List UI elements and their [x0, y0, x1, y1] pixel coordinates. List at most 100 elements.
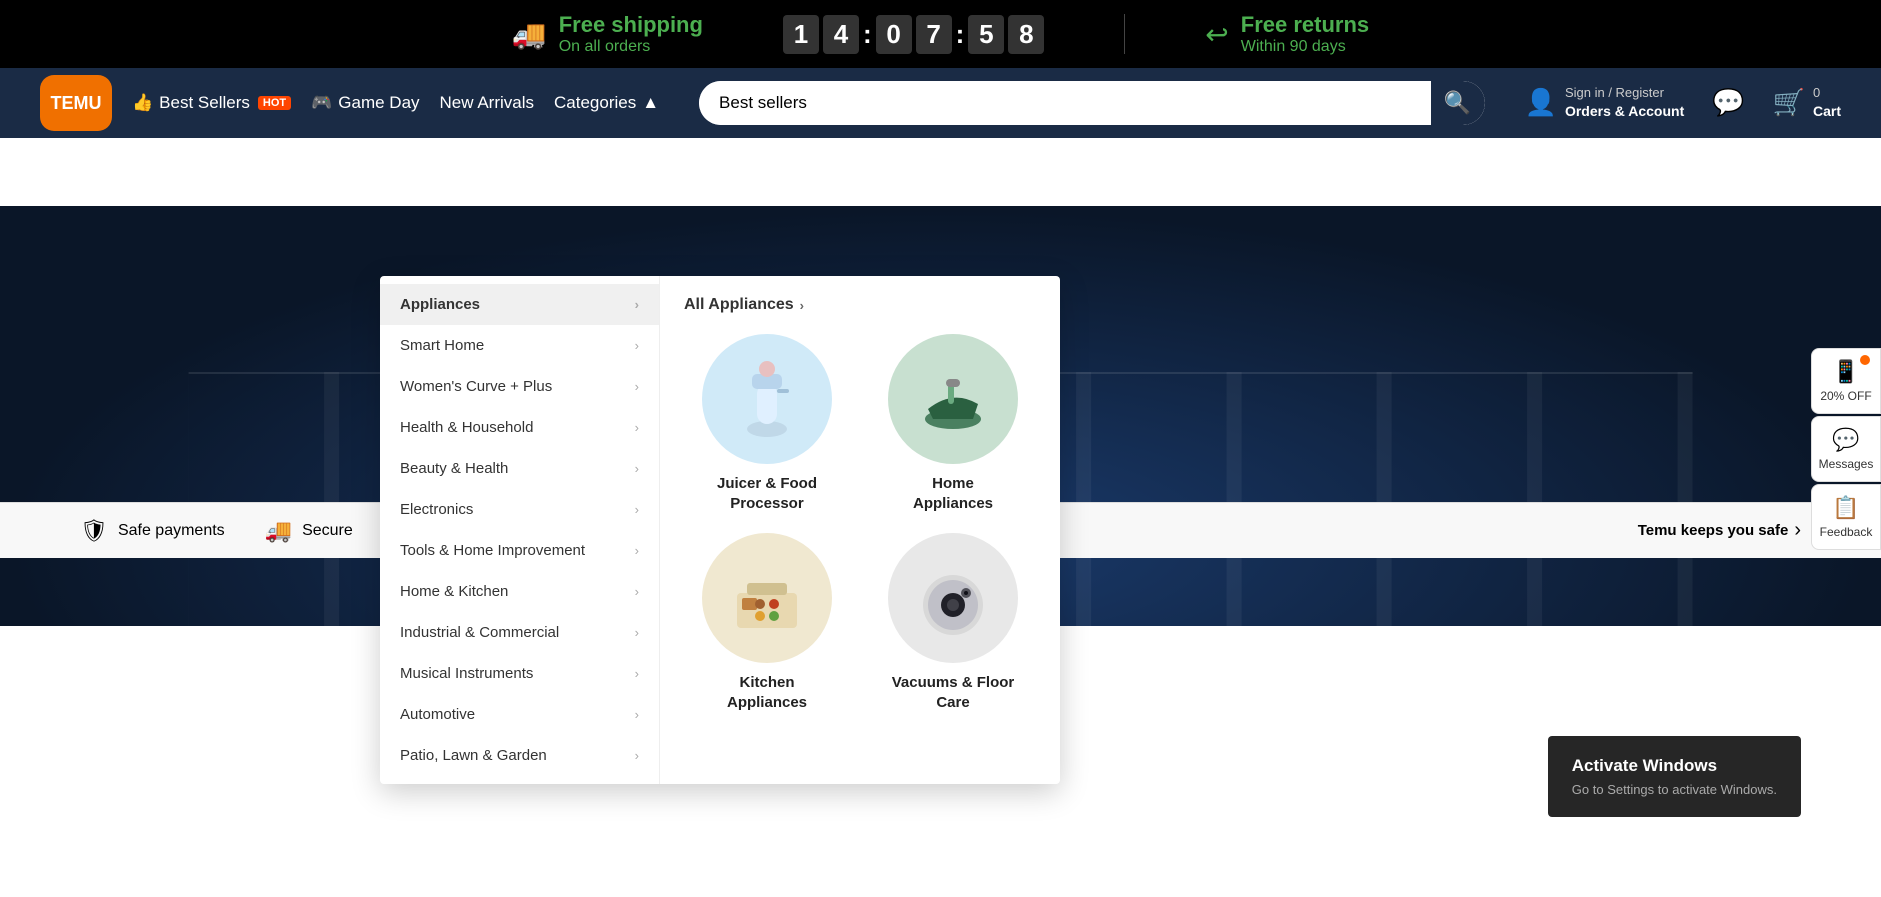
category-juicer[interactable]: Juicer & FoodProcessor	[684, 334, 850, 513]
category-kitchen[interactable]: KitchenAppliances	[684, 533, 850, 712]
chevron-right-icon: ›	[635, 748, 639, 763]
shield-icon: 🛡	[80, 518, 108, 544]
menu-item-tools[interactable]: Tools & Home Improvement ›	[380, 530, 659, 571]
right-sidebar: 📱 20% OFF 💬 Messages 📋 Feedback	[1811, 348, 1881, 550]
chevron-right-icon: ›	[635, 707, 639, 722]
menu-left: Appliances › Smart Home › Women's Curve …	[380, 276, 660, 784]
topbar-divider	[1124, 14, 1125, 54]
chevron-right-icon: ›	[635, 338, 639, 353]
menu-item-beauty-health-label: Beauty & Health	[400, 460, 508, 477]
sidebar-discount-btn[interactable]: 📱 20% OFF	[1811, 348, 1881, 414]
category-vacuums-image	[888, 533, 1018, 663]
best-sellers-label: Best Sellers	[159, 93, 250, 113]
nav-messages[interactable]: 💬	[1712, 87, 1744, 118]
shipping-icon: 🚚	[512, 18, 547, 51]
sign-in-label: Sign in / Register	[1565, 85, 1684, 102]
logo[interactable]: TEMU	[40, 75, 112, 131]
menu-item-womens-curve[interactable]: Women's Curve + Plus ›	[380, 366, 659, 407]
nav-best-sellers[interactable]: 👍 Best Sellers HOT	[132, 93, 291, 113]
menu-item-tools-label: Tools & Home Improvement	[400, 542, 585, 559]
activate-sub: Go to Settings to activate Windows.	[1572, 782, 1777, 797]
activate-title: Activate Windows	[1572, 756, 1777, 776]
nav-new-arrivals[interactable]: New Arrivals	[440, 93, 534, 113]
timer-h2: 4	[823, 15, 859, 54]
menu-item-beauty-health[interactable]: Beauty & Health ›	[380, 448, 659, 489]
notification-dot	[1860, 355, 1870, 365]
returns-icon: ↩	[1205, 18, 1228, 51]
returns-promo: ↩ Free returns Within 90 days	[1205, 12, 1369, 56]
category-home-appliances-label: HomeAppliances	[913, 474, 993, 513]
menu-item-health-household[interactable]: Health & Household ›	[380, 407, 659, 448]
cart-icon: 🛒	[1773, 87, 1805, 118]
menu-item-home-kitchen-label: Home & Kitchen	[400, 583, 508, 600]
feedback-label: Feedback	[1820, 525, 1873, 539]
search-input[interactable]	[699, 81, 1431, 125]
new-arrivals-label: New Arrivals	[440, 93, 534, 113]
countdown-timer: 1 4 : 0 7 : 5 8	[783, 15, 1044, 54]
menu-item-automotive-label: Automotive	[400, 706, 475, 723]
nav-cart[interactable]: 🛒 0 Cart	[1773, 85, 1841, 120]
category-home-appliances-image	[888, 334, 1018, 464]
discount-icon: 📱	[1832, 359, 1859, 385]
timer-h1: 1	[783, 15, 819, 54]
returns-sub: Within 90 days	[1241, 38, 1369, 56]
game-day-icon: 🎮	[311, 93, 332, 113]
main-content: Appliances › Smart Home › Women's Curve …	[0, 138, 1881, 558]
search-icon: 🔍	[1444, 90, 1471, 116]
chevron-right-icon: ›	[635, 461, 639, 476]
shipping-promo: 🚚 Free shipping On all orders	[512, 12, 703, 56]
cart-label: Cart	[1813, 102, 1841, 120]
nav-account[interactable]: 👤 Sign in / Register Orders & Account	[1525, 85, 1685, 120]
menu-item-musical[interactable]: Musical Instruments ›	[380, 653, 659, 694]
menu-item-electronics[interactable]: Electronics ›	[380, 489, 659, 530]
category-juicer-image	[702, 334, 832, 464]
search-button[interactable]: 🔍	[1431, 81, 1485, 125]
menu-right: All Appliances › Juic	[660, 276, 1060, 784]
menu-item-industrial-label: Industrial & Commercial	[400, 624, 559, 641]
menu-item-appliances[interactable]: Appliances ›	[380, 284, 659, 325]
timer-m2: 7	[916, 15, 952, 54]
menu-item-home-kitchen[interactable]: Home & Kitchen ›	[380, 571, 659, 612]
right-arrow-icon: ›	[1794, 519, 1801, 542]
menu-item-smart-home-label: Smart Home	[400, 337, 484, 354]
nav-categories[interactable]: Categories ▲	[554, 93, 659, 113]
menu-item-smart-home[interactable]: Smart Home ›	[380, 325, 659, 366]
activate-windows-overlay: Activate Windows Go to Settings to activ…	[1548, 736, 1801, 817]
orders-account-label: Orders & Account	[1565, 102, 1684, 120]
nav-right-actions: 👤 Sign in / Register Orders & Account 💬 …	[1525, 85, 1841, 120]
categories-arrow-icon: ▲	[642, 93, 659, 113]
all-appliances-link[interactable]: All Appliances ›	[684, 296, 1036, 314]
timer-sep2: :	[956, 19, 965, 50]
best-sellers-icon: 👍	[132, 93, 153, 113]
nav-game-day[interactable]: 🎮 Game Day	[311, 93, 419, 113]
sidebar-feedback-btn[interactable]: 📋 Feedback	[1811, 484, 1881, 550]
all-appliances-arrow-icon: ›	[800, 298, 804, 313]
menu-item-automotive[interactable]: Automotive ›	[380, 694, 659, 735]
chevron-right-icon: ›	[635, 379, 639, 394]
sidebar-messages-btn[interactable]: 💬 Messages	[1811, 416, 1881, 482]
trust-safe-payments: 🛡 Safe payments	[80, 518, 225, 544]
menu-item-health-household-label: Health & Household	[400, 419, 533, 436]
chevron-right-icon: ›	[635, 625, 639, 640]
shipping-sub: On all orders	[559, 38, 703, 56]
chevron-right-icon: ›	[635, 297, 639, 312]
shipping-main: Free shipping	[559, 12, 703, 38]
chevron-right-icon: ›	[635, 666, 639, 681]
categories-label: Categories	[554, 93, 636, 113]
messages-icon: 💬	[1832, 427, 1859, 453]
category-kitchen-label: KitchenAppliances	[727, 673, 807, 712]
categories-dropdown: Appliances › Smart Home › Women's Curve …	[380, 276, 1060, 784]
menu-item-patio[interactable]: Patio, Lawn & Garden ›	[380, 735, 659, 776]
temu-safe-label: Temu keeps you safe	[1638, 522, 1789, 539]
chevron-right-icon: ›	[635, 420, 639, 435]
nav-bar: TEMU 👍 Best Sellers HOT 🎮 Game Day New A…	[0, 68, 1881, 138]
category-vacuums[interactable]: Vacuums & FloorCare	[870, 533, 1036, 712]
secure-label: Secure	[302, 522, 353, 540]
menu-item-industrial[interactable]: Industrial & Commercial ›	[380, 612, 659, 653]
category-kitchen-image	[702, 533, 832, 663]
hot-badge: HOT	[258, 96, 291, 110]
timer-s1: 5	[968, 15, 1004, 54]
chevron-right-icon: ›	[635, 543, 639, 558]
game-day-label: Game Day	[338, 93, 419, 113]
category-home-appliances[interactable]: HomeAppliances	[870, 334, 1036, 513]
